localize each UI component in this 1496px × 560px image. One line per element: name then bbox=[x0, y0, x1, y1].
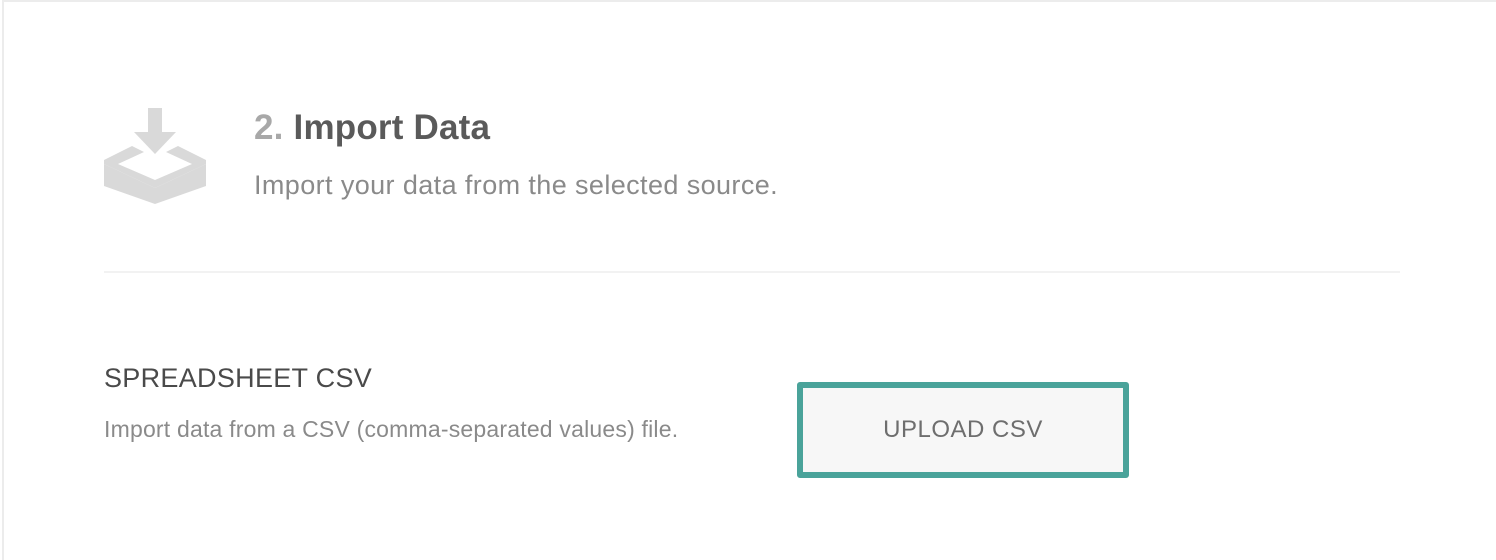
step-title-text: Import Data bbox=[293, 108, 491, 147]
upload-csv-button-label: UPLOAD CSV bbox=[883, 416, 1043, 443]
import-tray-icon bbox=[104, 108, 206, 204]
import-card bbox=[2, 0, 1496, 560]
step-number: 2. bbox=[254, 108, 284, 147]
step-subtitle: Import your data from the selected sourc… bbox=[254, 170, 779, 200]
source-description: Import data from a CSV (comma-separated … bbox=[104, 416, 679, 442]
upload-csv-button[interactable]: UPLOAD CSV bbox=[797, 382, 1129, 478]
page-title: 2. Import Data bbox=[254, 108, 490, 148]
source-title: SPREADSHEET CSV bbox=[104, 363, 373, 393]
section-divider bbox=[104, 271, 1400, 273]
